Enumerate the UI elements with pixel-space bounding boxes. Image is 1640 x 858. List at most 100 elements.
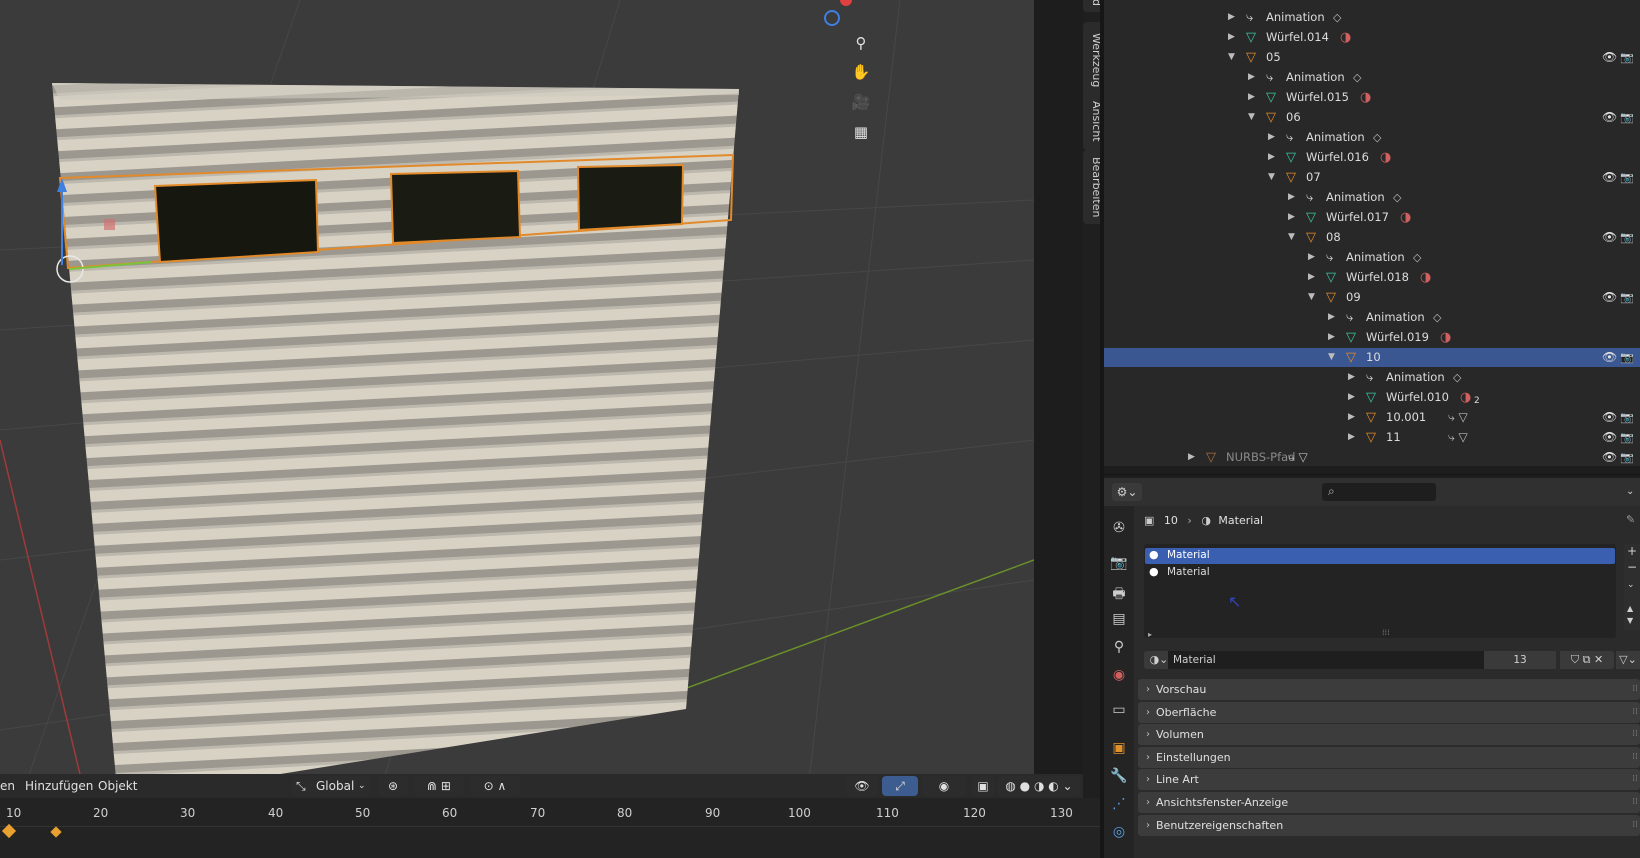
snap-toggle[interactable]: ⋒ ⊞ bbox=[414, 776, 464, 796]
pivot-dropdown[interactable]: ⊛ bbox=[378, 776, 408, 796]
panel-einstellungen[interactable]: › Einstellungen ⁞⁞ bbox=[1138, 746, 1640, 768]
slot-side-buttons[interactable]: + − ⌄ ▲ ▼ bbox=[1624, 544, 1640, 630]
expand-arrow-icon[interactable]: ▶ bbox=[1308, 248, 1315, 267]
collapse-arrow-icon[interactable]: ▼ bbox=[1328, 348, 1335, 367]
outliner-object-row[interactable]: ▼ ▽ 07 👁 📷 bbox=[1104, 168, 1640, 187]
eye-icon[interactable]: 👁 bbox=[1602, 448, 1617, 467]
expand-arrow-icon[interactable]: ▶ bbox=[1348, 408, 1355, 427]
collapse-arrow-icon[interactable]: ▼ bbox=[1228, 48, 1235, 67]
outliner-object-row[interactable]: ▼ ▽ 05 👁 📷 bbox=[1104, 48, 1640, 67]
material-slot[interactable]: ● Material bbox=[1145, 565, 1615, 581]
shading-modes[interactable]: ◍ ● ◑ ◐ ⌄ bbox=[998, 776, 1080, 796]
grid-icon[interactable]: ▦ bbox=[848, 119, 874, 145]
drag-grip[interactable]: ⁞⁞ bbox=[1632, 792, 1638, 813]
drag-grip[interactable]: ⁞⁞ bbox=[1632, 747, 1638, 768]
collapse-arrow-icon[interactable]: ▼ bbox=[1288, 228, 1295, 247]
outliner-object-row[interactable]: ▶ ▽ 10.001 ⤷ ▽ 👁 📷 bbox=[1104, 408, 1640, 427]
chevron-down-icon[interactable]: ⌄ bbox=[1627, 580, 1635, 590]
user-count[interactable]: 13 bbox=[1484, 651, 1556, 669]
material-name-field[interactable]: Material bbox=[1168, 651, 1484, 669]
proportional-edit[interactable]: ⊙ ∧ bbox=[470, 776, 520, 796]
panel-ansichtsfenster-anzeige[interactable]: › Ansichtsfenster-Anzeige ⁞⁞ bbox=[1138, 792, 1640, 813]
outliner-object-row[interactable]: ▼ ▽ 08 👁 📷 bbox=[1104, 228, 1640, 247]
move-down-icon[interactable]: ▼ bbox=[1627, 616, 1633, 625]
outliner-animation-row[interactable]: ▶ ⤷ Animation ◇ bbox=[1104, 128, 1640, 147]
tool-tab-icon[interactable]: ✇ bbox=[1110, 520, 1128, 536]
collapse-arrow-icon[interactable]: ▼ bbox=[1308, 288, 1315, 307]
close-icon[interactable]: ✕ bbox=[1594, 653, 1603, 666]
drag-grip[interactable]: ⁞⁞ bbox=[1632, 702, 1638, 723]
transform-orientation-dropdown[interactable]: ⤡ Global ⌄ bbox=[292, 776, 370, 796]
expand-arrow-icon[interactable]: ▶ bbox=[1228, 8, 1235, 27]
editor-type-dropdown[interactable]: ⚙⌄ bbox=[1112, 483, 1142, 501]
outliner-animation-row[interactable]: ▶ ⤷ Animation ◇ bbox=[1104, 308, 1640, 327]
material-slot-selected[interactable]: ● Material bbox=[1145, 548, 1615, 564]
expand-arrow-icon[interactable]: ▶ bbox=[1348, 428, 1355, 447]
panel-oberfl-che[interactable]: › Oberfläche ⁞⁞ bbox=[1138, 701, 1640, 723]
drag-grip[interactable]: ⁞⁞ bbox=[1632, 815, 1638, 836]
eye-icon[interactable]: 👁 bbox=[1602, 348, 1617, 367]
expand-arrow-icon[interactable]: ▶ bbox=[1348, 368, 1355, 387]
outliner-mesh-row[interactable]: ▶ ▽ Würfel.018 ◑ bbox=[1104, 268, 1640, 287]
camera-render-icon[interactable]: 📷 bbox=[1620, 348, 1634, 367]
eye-icon[interactable]: 👁 bbox=[1602, 228, 1617, 247]
menu-view[interactable]: en bbox=[0, 776, 15, 796]
expand-arrow-icon[interactable]: ▶ bbox=[1328, 308, 1335, 327]
drag-grip[interactable]: ⁞⁞ bbox=[1632, 679, 1638, 700]
collapse-arrow-icon[interactable]: ▼ bbox=[1248, 108, 1255, 127]
outliner-mesh-row[interactable]: ▶ ▽ Würfel.010 ◑ 2 bbox=[1104, 388, 1640, 407]
eye-icon[interactable]: 👁 bbox=[1602, 428, 1617, 447]
collapse-arrow-icon[interactable]: ▼ bbox=[1268, 168, 1275, 187]
remove-slot-icon[interactable]: − bbox=[1627, 560, 1637, 574]
view-layer-tab-icon[interactable]: ▤ bbox=[1110, 611, 1128, 627]
visibility-dropdown[interactable]: 👁 bbox=[846, 776, 878, 796]
modifier-tab-icon[interactable]: 🔧 bbox=[1110, 768, 1128, 784]
expand-arrow-icon[interactable]: ▶ bbox=[1348, 388, 1355, 407]
camera-render-icon[interactable]: 📷 bbox=[1620, 448, 1634, 467]
camera-render-icon[interactable]: 📷 bbox=[1620, 48, 1634, 67]
gizmo-toggle[interactable]: ⤢ bbox=[882, 776, 918, 796]
outliner-mesh-row[interactable]: ▶ ▽ Würfel.017 ◑ bbox=[1104, 208, 1640, 227]
hand-icon[interactable]: ✋ bbox=[848, 59, 874, 85]
camera-render-icon[interactable]: 📷 bbox=[1620, 428, 1634, 447]
world-tab-icon[interactable]: ◉ bbox=[1110, 667, 1128, 683]
expand-arrow-icon[interactable]: ▶ bbox=[1288, 208, 1295, 227]
camera-render-icon[interactable]: 📷 bbox=[1620, 108, 1634, 127]
collection-tab-icon[interactable]: ▭ bbox=[1110, 702, 1128, 718]
xray-toggle[interactable]: ▣ bbox=[972, 776, 994, 796]
fake-user-icon[interactable]: ⛉ bbox=[1571, 653, 1579, 666]
camera-render-icon[interactable]: 📷 bbox=[1620, 168, 1634, 187]
expand-arrow-icon[interactable]: ▶ bbox=[1248, 88, 1255, 107]
datablock-buttons[interactable]: ⛉ ⧉ ✕ bbox=[1560, 651, 1614, 669]
outliner-mesh-row[interactable]: ▶ ▽ Würfel.016 ◑ bbox=[1104, 148, 1640, 167]
outliner-animation-row[interactable]: ▶ ⤷ Animation ◇ bbox=[1104, 8, 1640, 27]
render-tab-icon[interactable]: 📷 bbox=[1110, 555, 1128, 571]
eye-icon[interactable]: 👁 bbox=[1602, 48, 1617, 67]
camera-render-icon[interactable]: 📷 bbox=[1620, 408, 1634, 427]
eye-icon[interactable]: 👁 bbox=[1602, 288, 1617, 307]
add-slot-icon[interactable]: + bbox=[1627, 544, 1637, 558]
outliner-mesh-row[interactable]: ▶ ▽ Würfel.019 ◑ bbox=[1104, 328, 1640, 347]
outliner-animation-row[interactable]: ▶ ⤷ Animation ◇ bbox=[1104, 248, 1640, 267]
drag-grip[interactable]: ⁞⁞ bbox=[1632, 724, 1638, 745]
eye-icon[interactable]: 👁 bbox=[1602, 108, 1617, 127]
expand-arrow-icon[interactable]: ▶ bbox=[1268, 128, 1275, 147]
timeline[interactable] bbox=[0, 798, 1100, 858]
outliner-object-row[interactable]: ▼ ▽ 09 👁 📷 bbox=[1104, 288, 1640, 307]
expand-icon[interactable]: ▸ bbox=[1148, 630, 1152, 639]
object-tab-icon[interactable]: ▣ bbox=[1110, 740, 1128, 756]
particles-tab-icon[interactable]: ⋰ bbox=[1110, 796, 1128, 812]
outliner-mesh-row[interactable]: ▶ ▽ Würfel.015 ◑ bbox=[1104, 88, 1640, 107]
duplicate-icon[interactable]: ⧉ bbox=[1583, 653, 1591, 666]
physics-tab-icon[interactable]: ◎ bbox=[1110, 824, 1128, 840]
camera-icon[interactable]: 🎥 bbox=[848, 89, 874, 115]
3d-viewport[interactable]: ⚲ ✋ 🎥 ▦ bbox=[0, 0, 1034, 858]
overlay-toggle[interactable]: ◉ bbox=[922, 776, 966, 796]
outliner-animation-row[interactable]: ▶ ⤷ Animation ◇ bbox=[1104, 188, 1640, 207]
expand-arrow-icon[interactable]: ▶ bbox=[1188, 448, 1195, 467]
camera-render-icon[interactable]: 📷 bbox=[1620, 288, 1634, 307]
drag-grip[interactable]: ⁞⁞ bbox=[1632, 769, 1638, 790]
search-input[interactable]: ⌕ bbox=[1322, 483, 1436, 501]
move-up-icon[interactable]: ▲ bbox=[1627, 604, 1633, 613]
panel-line-art[interactable]: › Line Art ⁞⁞ bbox=[1138, 769, 1640, 791]
